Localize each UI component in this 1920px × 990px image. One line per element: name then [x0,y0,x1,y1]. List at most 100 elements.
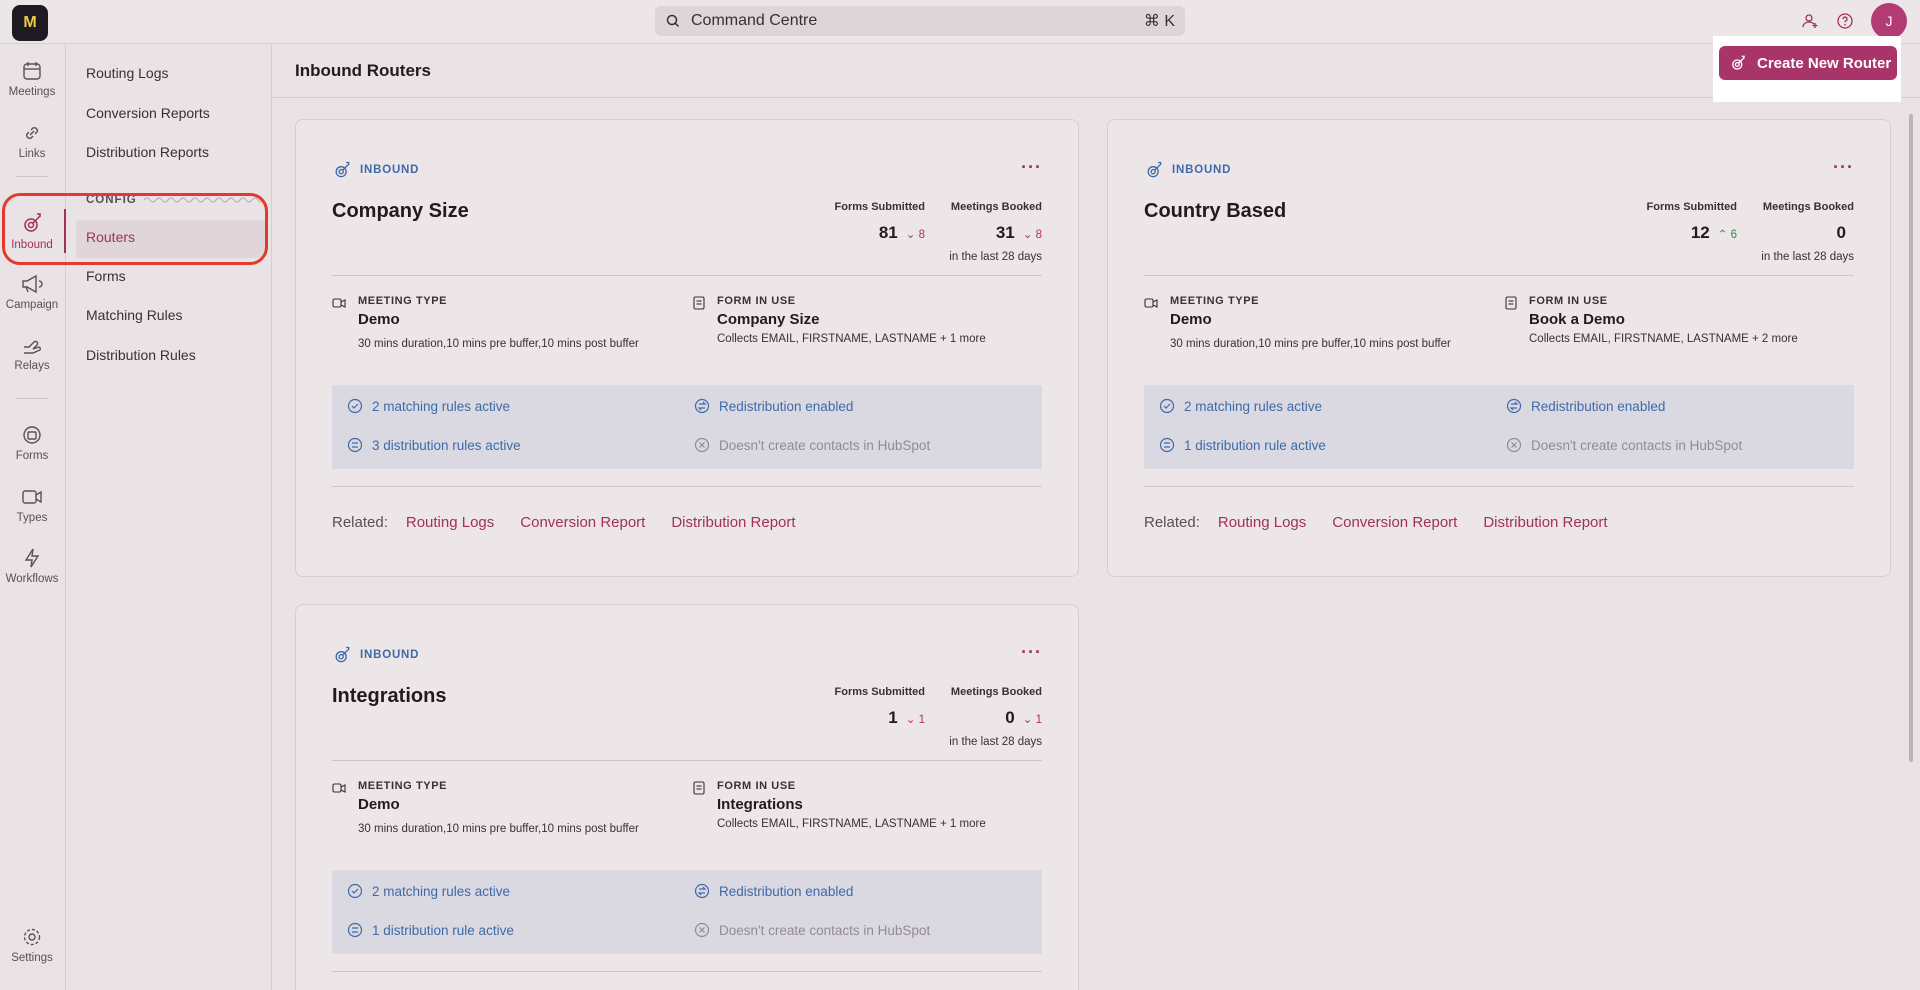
distribution-rules-icon [347,922,363,938]
meeting-type-desc: 30 mins duration,10 mins pre buffer,10 m… [358,338,639,350]
meetings-booked-number: 31 [995,223,1015,242]
subnav-item-forms[interactable]: Forms [86,268,126,284]
conversion-report-link[interactable]: Conversion Report [520,514,645,531]
more-options-button[interactable]: ··· [1021,643,1042,661]
subnav-item-distribution-reports[interactable]: Distribution Reports [86,144,209,160]
router-card[interactable]: INBOUND ··· Company Size Forms Submitted… [295,119,1079,577]
meetings-booked-label: Meetings Booked [950,686,1042,698]
redistribution-link[interactable]: Redistribution enabled [694,398,853,414]
rail-item-workflows[interactable]: Workflows [0,547,64,585]
help-icon[interactable] [1836,12,1854,30]
matching-rules-text: 2 matching rules active [372,398,511,414]
meeting-type-label: MEETING TYPE [1170,295,1260,307]
router-card[interactable]: INBOUND ··· Country Based Forms Submitte… [1107,119,1891,577]
card-body: INBOUND ··· Integrations Forms Submitted… [332,605,1042,990]
redistribution-icon [694,398,710,414]
rail-label: Campaign [5,299,59,311]
matching-rules-link[interactable]: 2 matching rules active [347,398,510,414]
related-label: Related: [332,514,388,531]
rail-item-forms[interactable]: Forms [0,424,64,462]
hubspot-status: Doesn't create contacts in HubSpot [694,922,930,938]
distribution-rules-icon [347,437,363,453]
distribution-rules-link[interactable]: 3 distribution rules active [347,437,521,453]
rail-item-meetings[interactable]: Meetings [0,60,64,98]
divider [332,486,1042,487]
calendar-icon [23,62,41,80]
routing-logs-link[interactable]: Routing Logs [1218,514,1306,531]
rail-item-settings[interactable]: Settings [0,926,64,964]
subnav-item-matching-rules[interactable]: Matching Rules [86,307,183,323]
distribution-rules-link[interactable]: 1 distribution rule active [1159,437,1326,453]
hubspot-status: Doesn't create contacts in HubSpot [694,437,930,453]
scrollbar[interactable] [1909,114,1913,762]
meetings-booked-value: 0 ⌄ 1 [1005,708,1042,728]
search-label: Command Centre [691,12,818,29]
forms-submitted-value: 12 ⌃ 6 [1691,223,1737,243]
search-icon [666,14,680,28]
rail-divider [16,176,48,177]
redistribution-text: Redistribution enabled [719,883,854,899]
create-new-router-button[interactable]: Create New Router [1719,46,1897,80]
form-in-use-label: FORM IN USE [1529,295,1608,307]
related-links: Related: Routing Logs Conversion Report … [1144,514,1634,531]
matching-rules-link[interactable]: 2 matching rules active [347,883,510,899]
rail-item-types[interactable]: Types [0,486,64,524]
router-card[interactable]: INBOUND ··· Integrations Forms Submitted… [295,604,1079,990]
inbound-tag: INBOUND [1144,160,1231,180]
megaphone-icon [22,274,43,294]
distribution-rules-icon [1159,437,1175,453]
meeting-type-value[interactable]: Demo [1170,311,1212,328]
form-in-use-value[interactable]: Company Size [717,311,820,328]
meeting-type-value[interactable]: Demo [358,796,400,813]
subnav-item-routing-logs[interactable]: Routing Logs [86,65,169,81]
subnav-item-distribution-rules[interactable]: Distribution Rules [86,347,196,363]
matching-rules-icon [347,398,363,414]
card-body: INBOUND ··· Company Size Forms Submitted… [332,120,1042,576]
command-centre-search[interactable]: Command Centre ⌘ K [655,6,1185,36]
more-options-button[interactable]: ··· [1833,158,1854,176]
gear-icon [23,928,41,946]
lightning-icon [24,548,40,568]
meetings-delta: ⌄ 8 [1022,229,1042,241]
redistribution-text: Redistribution enabled [719,398,854,414]
search-shortcut: ⌘ K [1143,13,1175,30]
meetings-booked-label: Meetings Booked [950,201,1042,213]
video-icon [22,490,42,504]
more-options-button[interactable]: ··· [1021,158,1042,176]
matching-rules-link[interactable]: 2 matching rules active [1159,398,1322,414]
inbound-icon [1732,55,1745,70]
distribution-rules-link[interactable]: 1 distribution rule active [347,922,514,938]
create-button-wrapper: Create New Router [1713,36,1901,102]
hubspot-icon [1506,437,1522,453]
add-user-icon[interactable] [1801,12,1819,30]
related-links: Related: Routing Logs Conversion Report … [332,514,822,531]
distribution-rules-text: 1 distribution rule active [372,922,514,938]
subnav-item-conversion-reports[interactable]: Conversion Reports [86,105,210,121]
user-avatar[interactable]: J [1871,3,1907,39]
rail-item-campaign[interactable]: Campaign [0,273,64,311]
forms-submitted-number: 12 [1690,223,1710,242]
form-in-use-value[interactable]: Book a Demo [1529,311,1625,328]
rail-item-links[interactable]: Links [0,122,64,160]
routing-logs-link[interactable]: Routing Logs [406,514,494,531]
related-label: Related: [1144,514,1200,531]
forms-submitted-value: 81 ⌄ 8 [879,223,925,243]
hubspot-text: Doesn't create contacts in HubSpot [1531,437,1743,453]
avatar-initial: J [1885,13,1893,29]
distribution-report-link[interactable]: Distribution Report [1483,514,1607,531]
form-in-use-value[interactable]: Integrations [717,796,803,813]
distribution-report-link[interactable]: Distribution Report [671,514,795,531]
meeting-type-value[interactable]: Demo [358,311,400,328]
inbound-tag: INBOUND [332,160,419,180]
redistribution-link[interactable]: Redistribution enabled [694,883,853,899]
meeting-type-label: MEETING TYPE [358,780,448,792]
rail-label: Meetings [8,86,56,98]
redistribution-link[interactable]: Redistribution enabled [1506,398,1665,414]
rules-summary: 2 matching rules active 1 distribution r… [1144,385,1854,469]
rail-item-relays[interactable]: Relays [0,334,64,372]
tag-label: INBOUND [1172,164,1232,176]
forms-delta: ⌃ 6 [1717,229,1737,241]
conversion-report-link[interactable]: Conversion Report [1332,514,1457,531]
app-logo[interactable]: M [12,5,48,41]
rail-label: Types [16,512,48,524]
